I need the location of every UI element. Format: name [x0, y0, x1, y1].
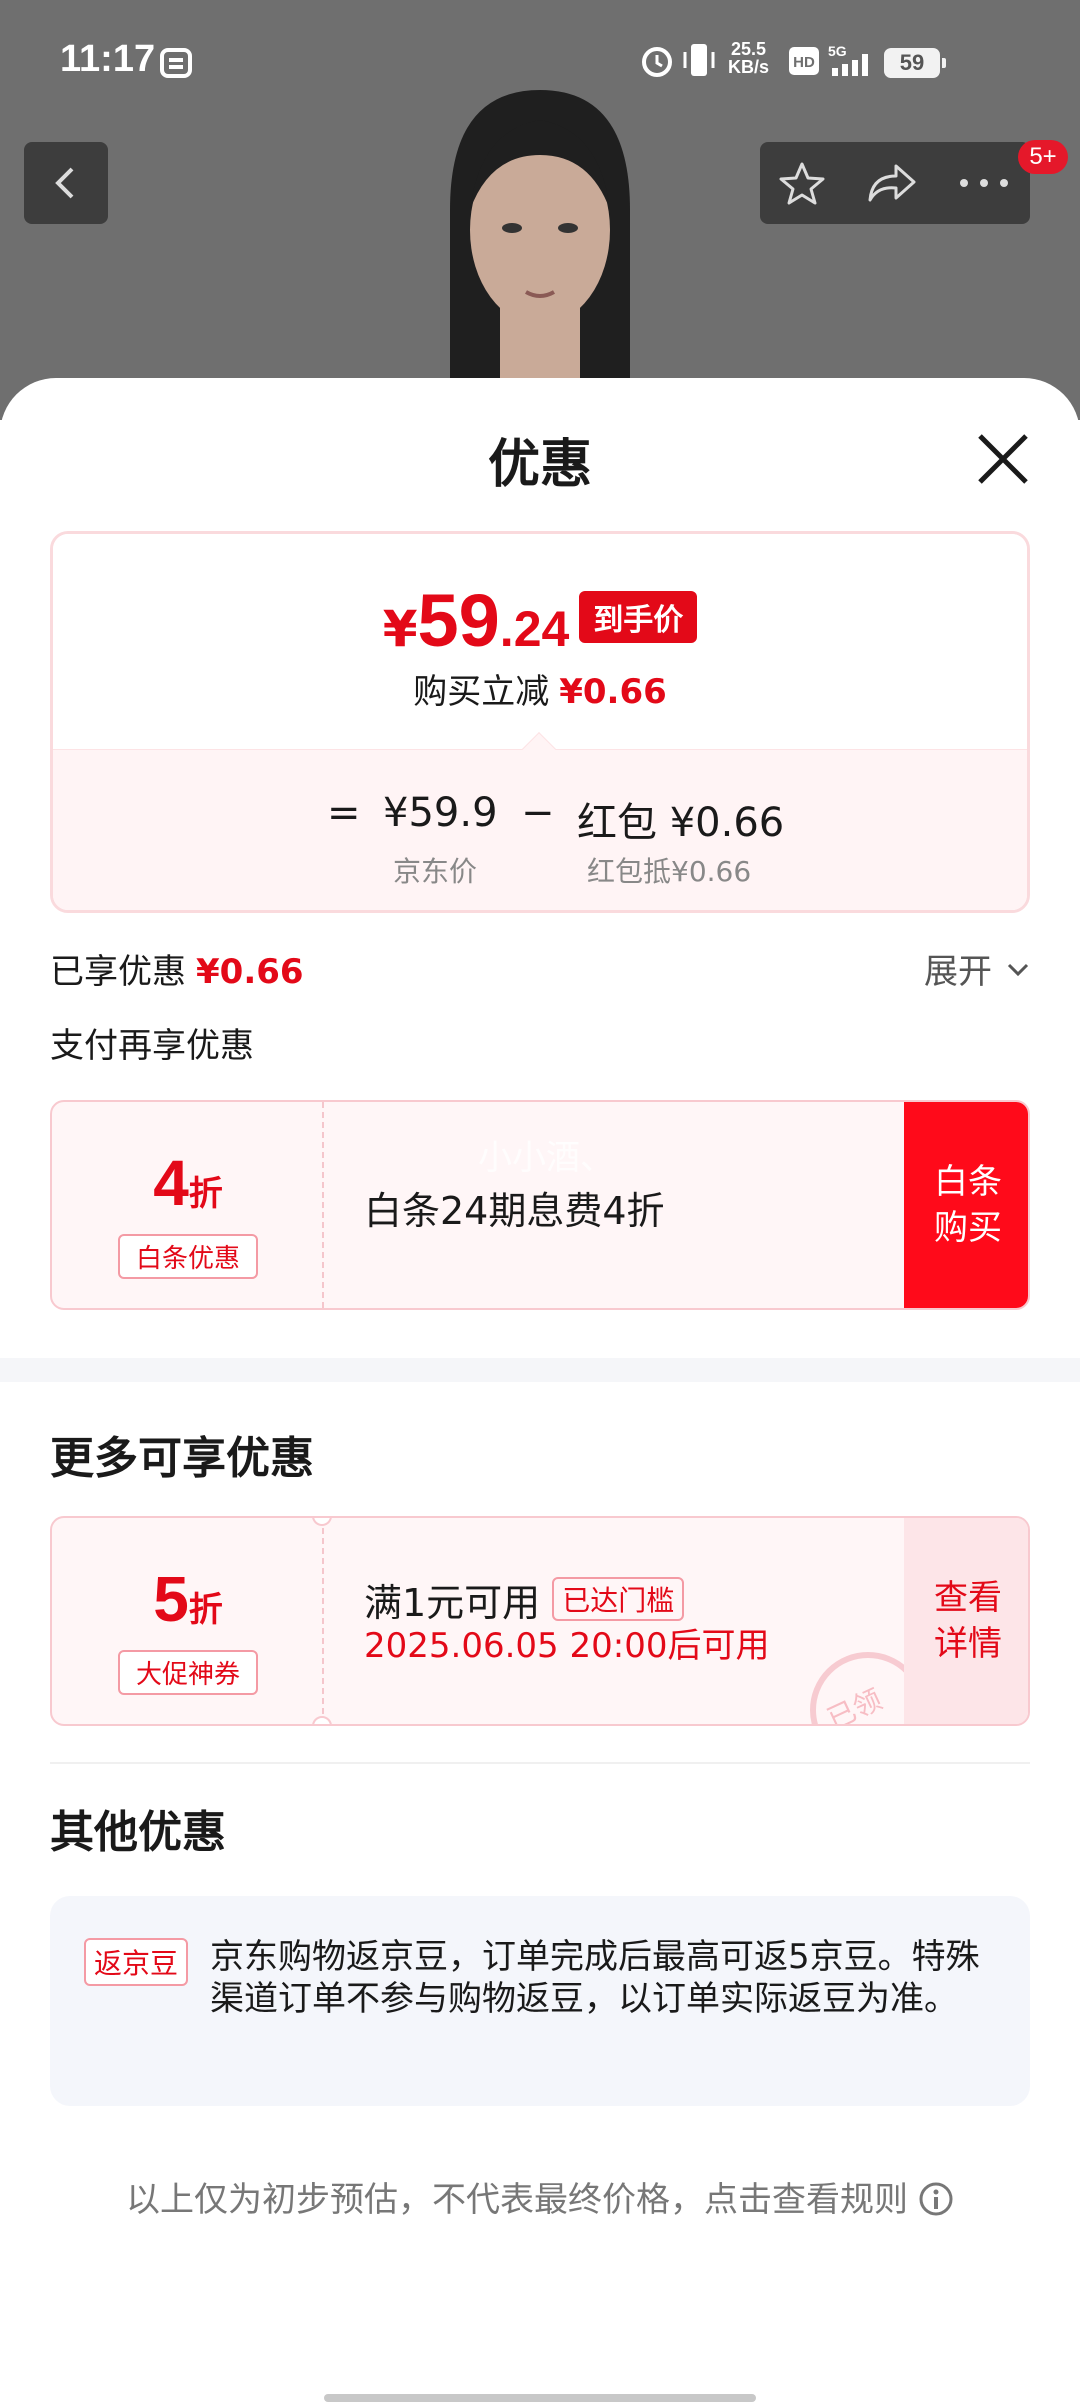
home-indicator[interactable]: [324, 2394, 756, 2402]
discount-unit: 折: [188, 1174, 223, 1214]
section-divider: [0, 1358, 1080, 1382]
network-speed-unit: KB/s: [728, 57, 770, 77]
view-details-button[interactable]: 查看 详情: [904, 1518, 1028, 1724]
pay-more-discount-label: 支付再享优惠: [50, 1026, 254, 1066]
price-breakdown: = ¥59.9 − 红包 ¥0.66 京东价 红包抵¥0.66: [53, 749, 1027, 910]
enjoyed-value: ¥0.66: [196, 952, 304, 992]
jd-price-label: 京东价: [393, 855, 478, 888]
redpacket-label: 红包抵¥0.66: [587, 855, 752, 888]
close-icon[interactable]: [968, 424, 1038, 494]
coupon-left-panel: 4折 白条优惠: [52, 1102, 324, 1308]
coupon-type-tag: 白条优惠: [118, 1234, 258, 1279]
jingdou-tag: 返京豆: [84, 1938, 189, 1986]
threshold-reached-badge: 已达门槛: [552, 1577, 685, 1621]
coupon-left-panel: 5折 大促神券: [52, 1518, 324, 1724]
message-count-badge: 5+: [1018, 140, 1068, 174]
equals-sign: =: [327, 790, 361, 836]
section-separator: [50, 1762, 1030, 1764]
discount-number: 4: [153, 1147, 189, 1219]
price-integer: 59: [417, 579, 500, 662]
alarm-icon: [642, 47, 672, 77]
product-page-background: 11:17 25.5 KB/s HD 5G 59 5+: [0, 0, 1080, 420]
promo-coupon[interactable]: 5折 大促神券 满1元可用 已达门槛 2025.06.05 20:00后可用 已领…: [50, 1516, 1030, 1726]
info-icon: [919, 2182, 953, 2216]
svg-text:HD: HD: [793, 54, 815, 71]
minus-sign: −: [521, 790, 555, 836]
sheet-title: 优惠: [487, 435, 592, 495]
signal-5g-icon: 5G: [828, 43, 868, 76]
coupon-type-tag: 大促神券: [118, 1650, 258, 1695]
reduction-value: ¥0.66: [559, 672, 667, 712]
notification-icon: [160, 48, 192, 78]
jd-price: ¥59.9: [383, 790, 498, 836]
chevron-down-icon[interactable]: [1004, 956, 1032, 984]
network-speed: 25.5 KB/s: [728, 40, 769, 76]
currency-symbol: ¥: [382, 600, 418, 658]
more-discount-title: 更多可享优惠: [50, 1433, 314, 1484]
coupon-notch-bottom: [312, 1716, 332, 1724]
enjoyed-discount: 已享优惠 ¥0.66: [50, 944, 304, 993]
footer-note-text: 以上仅为初步预估，不代表最终价格，点击查看规则: [126, 2180, 908, 2220]
final-price-area: ¥59.24 到手价 购买立减 ¥0.66: [53, 534, 1027, 749]
claimed-stamp-text: 已领: [822, 1682, 887, 1726]
share-icon[interactable]: [866, 160, 918, 206]
jingdou-rebate-box: 返京豆 京东购物返京豆，订单完成后最高可返5京豆。特殊渠道订单不参与购物返豆，以…: [50, 1896, 1030, 2106]
chevron-left-icon: [55, 167, 74, 199]
price-card: ¥59.24 到手价 购买立减 ¥0.66 = ¥59.9 − 红包 ¥0.66 京…: [50, 531, 1030, 913]
jingdou-description: 京东购物返京豆，订单完成后最高可返5京豆。特殊渠道订单不参与购物返豆，以订单实际…: [210, 1937, 980, 2019]
other-discount-title: 其他优惠: [50, 1807, 226, 1858]
discount-sheet: 优惠 ¥59.24 到手价 购买立减 ¥0.66 = ¥59.9 − 红包 ¥0.6…: [0, 378, 1080, 2408]
baitiao-buy-button[interactable]: 白条 购买: [904, 1102, 1028, 1308]
baitiao-coupon[interactable]: 4折 白条优惠 小小酒、 白条24期息费4折 白条 购买: [50, 1100, 1030, 1310]
view-details-label: 查看 详情: [934, 1578, 1002, 1664]
back-button[interactable]: [24, 142, 108, 224]
discount-unit: 折: [188, 1590, 223, 1630]
hd-icon: HD: [789, 47, 819, 75]
more-dots-icon[interactable]: [958, 176, 1010, 190]
watermark-text: 小小酒、: [478, 1138, 614, 1178]
coupon-discount: 4折: [52, 1146, 324, 1220]
expand-button[interactable]: 展开: [924, 944, 992, 993]
coupon-discount: 5折: [52, 1562, 324, 1636]
final-price: ¥59.24 到手价: [53, 578, 1027, 663]
network-speed-value: 25.5: [730, 39, 767, 59]
favorite-star-icon[interactable]: [778, 160, 826, 206]
price-rule-link[interactable]: 以上仅为初步预估，不代表最终价格，点击查看规则: [0, 2172, 1080, 2221]
reduction-label: 购买立减: [413, 672, 550, 712]
price-decimal: .24: [499, 601, 570, 657]
nav-action-group: [760, 142, 1030, 224]
coupon-description: 白条24期息费4折: [364, 1189, 665, 1233]
vibrate-icon: [683, 44, 715, 76]
battery-indicator: 59: [884, 48, 946, 78]
instant-reduction: 购买立减 ¥0.66: [53, 664, 1027, 713]
svg-text:5G: 5G: [828, 43, 847, 59]
enjoyed-label: 已享优惠: [50, 952, 186, 992]
redpacket-amount: 红包 ¥0.66: [577, 800, 785, 846]
status-time: 11:17: [60, 38, 156, 80]
baitiao-buy-label: 白条 购买: [934, 1162, 1002, 1248]
discount-number: 5: [153, 1563, 189, 1635]
status-bar: 11:17 25.5 KB/s HD 5G 59: [0, 0, 1080, 120]
coupon-valid-time: 2025.06.05 20:00后可用: [364, 1626, 770, 1666]
final-price-tag: 到手价: [579, 591, 698, 643]
